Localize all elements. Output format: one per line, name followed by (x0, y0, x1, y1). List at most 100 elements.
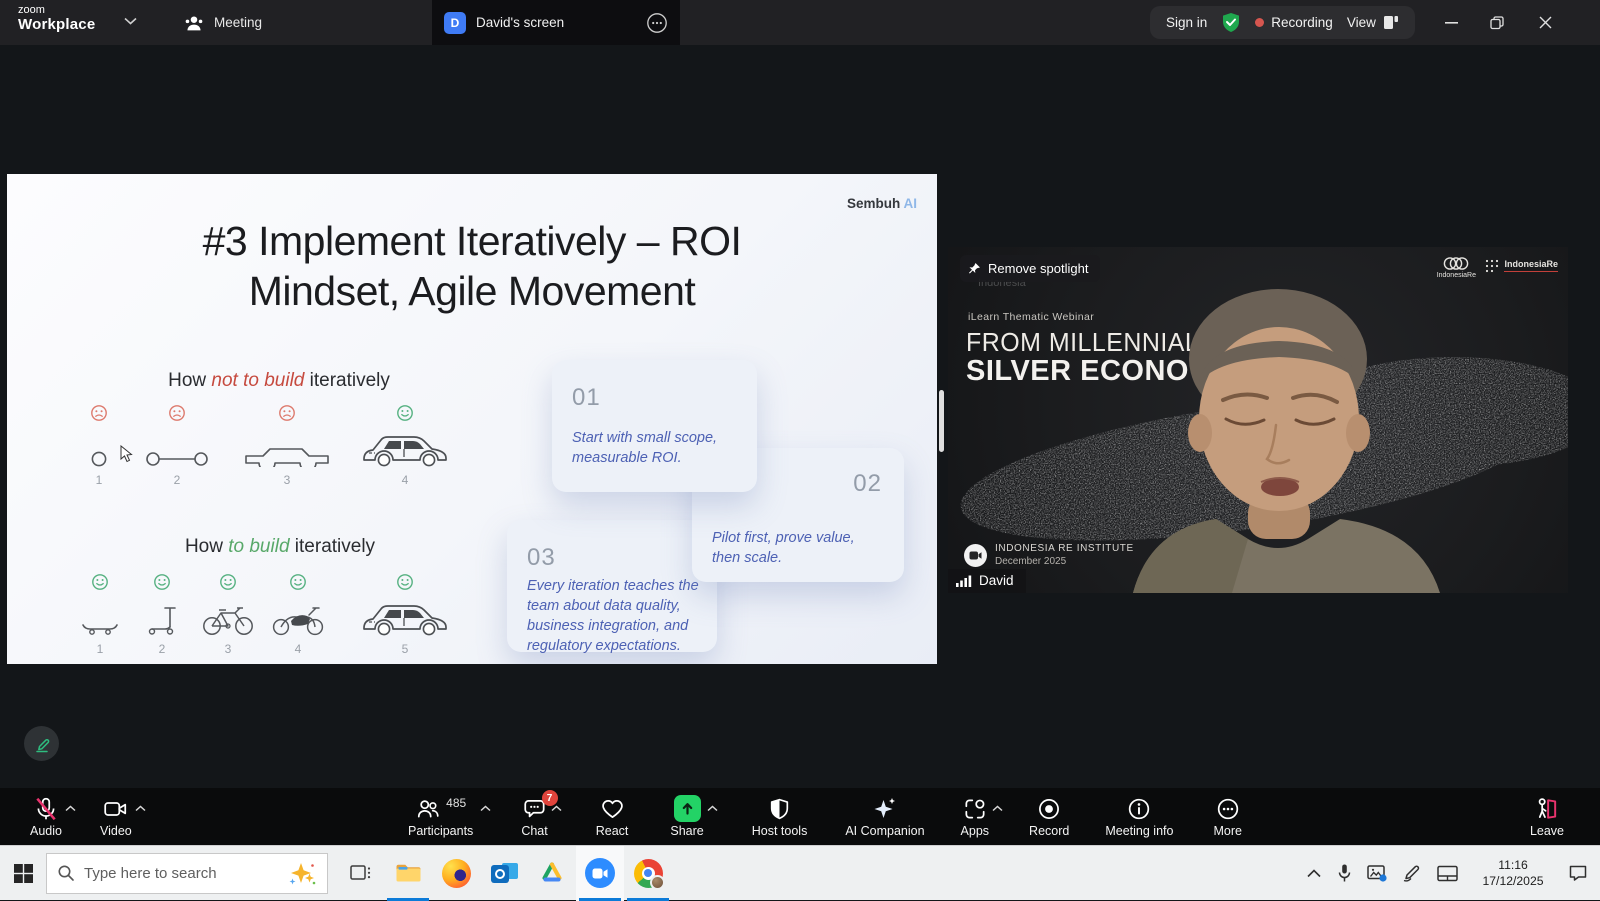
meeting-tab-label: Meeting (214, 15, 262, 30)
taskbar-clock[interactable]: 11:16 17/12/2025 (1473, 857, 1553, 890)
leave-meeting-icon (1533, 796, 1560, 822)
taskbar-outlook[interactable] (480, 846, 528, 901)
meeting-info-button[interactable]: Meeting info (1105, 795, 1173, 838)
mouse-cursor (120, 445, 134, 463)
react-button[interactable]: React (596, 795, 629, 838)
slide-title: #3 Implement Iteratively – ROI Mindset, … (7, 216, 937, 316)
heart-icon (599, 796, 626, 822)
audio-button[interactable]: Audio (30, 795, 62, 838)
panel-resize-handle[interactable] (939, 390, 944, 452)
section-heading-to-build: How to build iteratively (185, 536, 375, 558)
happy-face-icon (396, 573, 414, 591)
taskbar-search-input[interactable]: Type here to search (46, 853, 328, 894)
video-options-chevron[interactable] (135, 805, 146, 838)
action-center-icon[interactable] (1568, 864, 1588, 882)
view-layout-icon (1383, 15, 1399, 30)
copilot-sparkle-icon (287, 860, 317, 887)
chrome-icon (634, 859, 663, 888)
shared-screen-slide: Sembuh AI #3 Implement Iteratively – ROI… (7, 174, 937, 664)
screen-tab-label: David's screen (476, 15, 564, 30)
info-icon (1126, 796, 1152, 822)
workspace-chevron-down-icon[interactable] (124, 17, 137, 25)
process-step: 3 (242, 404, 332, 487)
view-button[interactable]: View (1347, 15, 1399, 30)
task-view-icon (348, 862, 372, 884)
happy-face-icon (289, 573, 307, 591)
share-button[interactable]: Share (670, 795, 703, 838)
motorcycle-sketch-icon (269, 596, 327, 636)
record-button[interactable]: Record (1029, 795, 1069, 838)
taskbar-file-explorer[interactable] (384, 846, 432, 901)
pencil-icon (33, 735, 51, 753)
window-restore-button[interactable] (1474, 0, 1520, 45)
meeting-people-icon (184, 14, 204, 32)
slide-card-01: 01 Start with small scope, measurable RO… (552, 360, 757, 492)
process-step: 1 (79, 573, 121, 656)
chat-options-chevron[interactable] (551, 805, 562, 838)
microphone-muted-icon (33, 796, 59, 822)
apps-icon (962, 796, 988, 822)
tray-microphone-icon[interactable] (1337, 864, 1352, 883)
taskbar-zoom[interactable] (576, 846, 624, 901)
share-options-chevron[interactable] (707, 805, 718, 838)
shield-icon (767, 796, 792, 822)
ai-companion-button[interactable]: AI Companion (845, 795, 924, 838)
window-close-button[interactable] (1522, 0, 1568, 45)
meeting-stage: Sembuh AI #3 Implement Iteratively – ROI… (0, 45, 1600, 788)
spotlight-video-tile[interactable]: Indonesia iLearn Thematic Webinar FROM M… (948, 247, 1568, 593)
indonesia-re-institute-logo: IndonesiaRe (1485, 259, 1558, 273)
recording-dot-icon (1255, 18, 1264, 27)
slide-card-03: 03 Every iteration teaches the team abou… (507, 520, 717, 652)
recording-indicator: Recording (1255, 15, 1333, 30)
process-step: 1 (89, 404, 109, 487)
bicycle-sketch-icon (200, 596, 256, 636)
camera-badge-icon (964, 544, 987, 567)
audio-level-icon (956, 574, 972, 587)
tab-davids-screen[interactable]: D David's screen (432, 0, 680, 45)
tray-show-hidden-icons-chevron[interactable] (1306, 869, 1322, 878)
pin-icon (968, 262, 981, 275)
video-button[interactable]: Video (100, 795, 132, 838)
axle-sketch-icon (144, 427, 210, 467)
taskbar-google-drive[interactable] (528, 846, 576, 901)
annotate-button[interactable] (24, 726, 59, 761)
chat-button[interactable]: 7 Chat (521, 795, 547, 838)
share-screen-icon (674, 795, 701, 822)
windows-taskbar: Type here to search (0, 845, 1600, 900)
search-icon (57, 864, 75, 882)
leave-button[interactable]: Leave (1530, 795, 1564, 838)
sign-in-button[interactable]: Sign in (1166, 15, 1207, 30)
task-view-button[interactable] (336, 846, 384, 901)
happy-face-icon (91, 573, 109, 591)
apps-options-chevron[interactable] (992, 805, 1003, 838)
zoom-titlebar: zoom Workplace Meeting D David's screen … (0, 0, 1600, 45)
tab-meeting[interactable]: Meeting (170, 0, 276, 45)
audio-options-chevron[interactable] (65, 805, 76, 838)
clock-date: 17/12/2025 (1473, 873, 1553, 889)
happy-face-icon (396, 404, 414, 422)
window-minimize-button[interactable] (1428, 0, 1474, 45)
start-button[interactable] (0, 846, 46, 901)
taskbar-chrome[interactable] (624, 846, 672, 901)
participants-button[interactable]: 485 Participants (408, 795, 473, 838)
firefox-icon (442, 859, 471, 888)
wheel-sketch-icon (89, 427, 109, 467)
participants-options-chevron[interactable] (480, 805, 491, 838)
host-tools-button[interactable]: Host tools (752, 795, 808, 838)
chat-unread-badge: 7 (542, 790, 558, 806)
more-ellipsis-icon (1215, 796, 1241, 822)
sad-face-icon (168, 404, 186, 422)
tab-options-ellipsis-icon[interactable] (646, 12, 668, 34)
file-explorer-icon (395, 862, 422, 884)
speaker-portrait (948, 247, 1568, 593)
more-button[interactable]: More (1213, 795, 1241, 838)
taskbar-firefox[interactable] (432, 846, 480, 901)
zoom-workplace-logo: zoom Workplace (18, 5, 95, 32)
security-shield-icon[interactable] (1221, 12, 1241, 33)
tray-touchpad-icon[interactable] (1437, 865, 1458, 882)
remove-spotlight-button[interactable]: Remove spotlight (960, 255, 1100, 282)
tray-pen-icon[interactable] (1402, 864, 1422, 882)
tray-photos-icon[interactable] (1367, 864, 1387, 882)
apps-button[interactable]: Apps (961, 795, 990, 838)
sad-face-icon (278, 404, 296, 422)
